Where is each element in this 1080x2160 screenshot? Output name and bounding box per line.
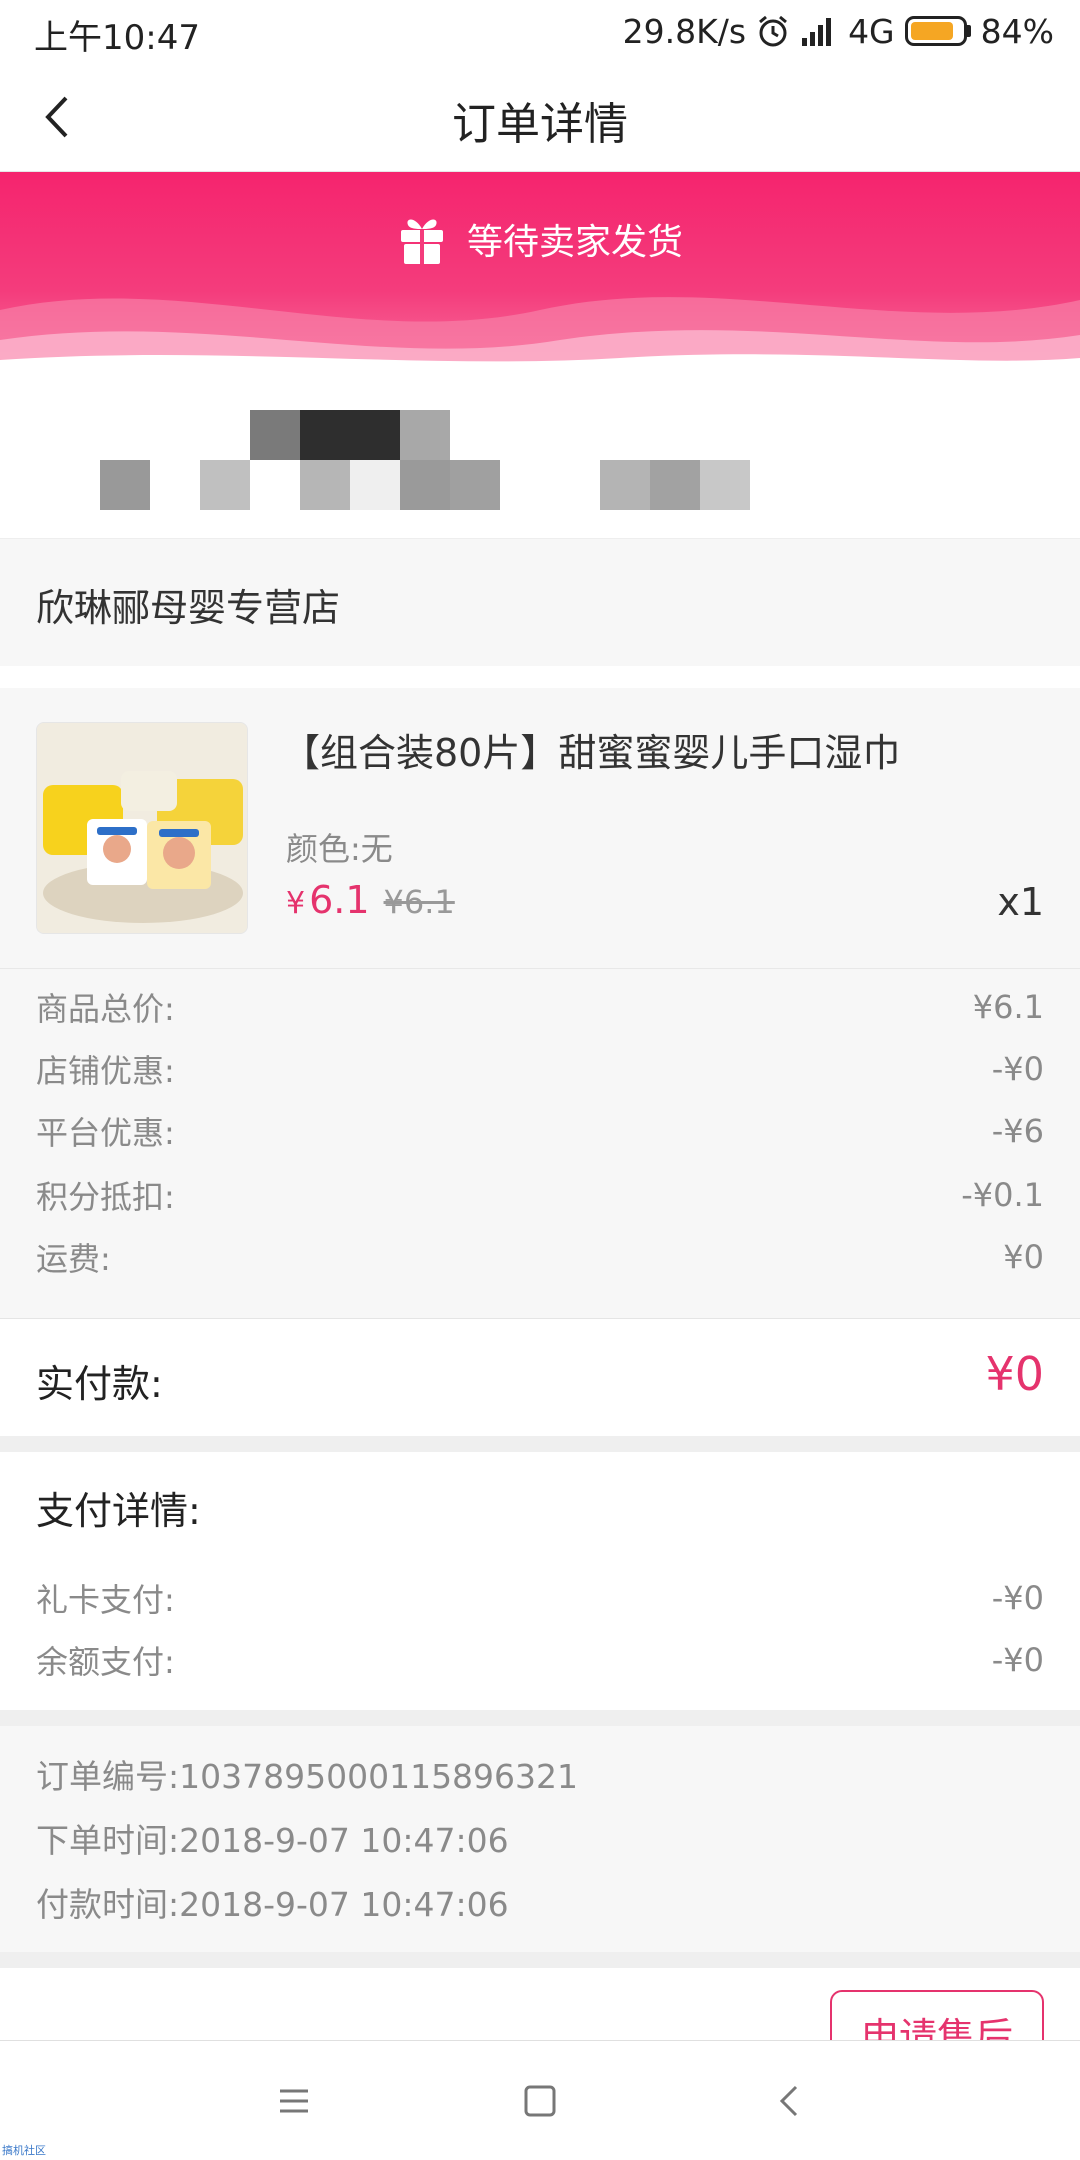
network-type: 4G [848,11,895,51]
gift-icon [400,219,443,264]
paid-total-row: 实付款: ¥0 [0,1318,1080,1436]
breakdown-value: ¥6.1 [972,988,1044,1026]
status-indicators: 29.8K/s 4G 84% [623,8,1054,54]
breakdown-label: 运费: [36,1240,111,1278]
breakdown-row: 运费: ¥0 [36,1233,1044,1281]
payment-details-title: 支付详情: [36,1489,201,1533]
product-title: 【组合装80片】甜蜜蜜婴儿手口湿巾 [282,731,901,775]
paid-label: 实付款: [36,1362,163,1406]
original-price: ¥6.1 [383,883,455,921]
payment-label: 余额支付: [36,1643,175,1681]
price-breakdown: 商品总价: ¥6.1 店铺优惠: -¥0 平台优惠: -¥6 积分抵扣: -¥0… [0,968,1080,1318]
breakdown-row: 商品总价: ¥6.1 [36,983,1044,1031]
net-speed: 29.8K/s [622,11,747,51]
order-status-text: 等待卖家发货 [466,222,683,263]
price-currency: ¥ [286,886,306,921]
watermark: 搞机社区 [2,2144,46,2157]
product-image[interactable] [36,722,248,934]
breakdown-label: 商品总价: [36,990,175,1028]
payment-row: 余额支付: -¥0 [36,1636,1044,1684]
payment-details: 支付详情: 礼卡支付: -¥0 余额支付: -¥0 [0,1452,1080,1710]
product-price-row: ¥6.1 ¥6.1 [286,878,455,922]
breakdown-value: -¥6 [991,1112,1044,1150]
action-bar: 申请售后 [0,1968,1080,2040]
nav-bar: 订单详情 [0,62,1080,172]
product-item[interactable]: 【组合装80片】甜蜜蜜婴儿手口湿巾 颜色:无 ¥6.1 ¥6.1 x1 [0,688,1080,968]
shop-row[interactable]: 欣琳郦母婴专营店 [0,538,1080,666]
signal-icon [802,18,832,46]
battery-icon [904,16,971,46]
alarm-icon [759,15,788,47]
order-time: 下单时间:2018-9-07 10:47:06 [36,1821,509,1860]
shop-name: 欣琳郦母婴专营店 [36,586,341,630]
breakdown-row: 店铺优惠: -¥0 [36,1045,1044,1093]
product-quantity: x1 [997,880,1044,924]
breakdown-value: ¥0 [1003,1238,1044,1276]
breakdown-label: 店铺优惠: [36,1052,175,1090]
battery-percent: 84% [980,11,1054,51]
section-divider [0,1436,1080,1452]
order-number: 订单编号:1037895000115896321 [36,1757,579,1796]
payment-time: 付款时间:2018-9-07 10:47:06 [36,1885,509,1924]
breakdown-value: -¥0 [991,1050,1044,1088]
menu-icon[interactable] [272,2079,316,2123]
breakdown-value: -¥0.1 [961,1176,1044,1214]
after-sale-button[interactable]: 申请售后 [830,1990,1044,2040]
payment-row: 礼卡支付: -¥0 [36,1574,1044,1622]
product-price: ¥6.1 [286,878,370,922]
page-title: 订单详情 [452,99,628,150]
breakdown-label: 平台优惠: [36,1114,175,1152]
back-nav-icon[interactable] [768,2079,812,2123]
home-icon[interactable] [518,2079,562,2123]
section-divider [0,1952,1080,1968]
product-spec: 颜色:无 [286,830,393,868]
paid-amount: ¥0 [985,1347,1044,1401]
breakdown-label: 积分抵扣: [36,1178,175,1216]
section-divider [0,1710,1080,1726]
order-status-banner: 等待卖家发货 [0,172,1080,370]
shipping-address-redacted[interactable] [0,370,1080,538]
breakdown-row: 积分抵扣: -¥0.1 [36,1171,1044,1219]
price-value: 6.1 [309,878,370,922]
breakdown-row: 平台优惠: -¥6 [36,1107,1044,1155]
system-nav-bar: 搞机社区 [0,2040,1080,2160]
payment-value: -¥0 [991,1641,1044,1679]
wave-decoration [0,297,1080,370]
status-bar: 上午10:47 29.8K/s 4G 84% [0,0,1080,62]
order-info: 订单编号:1037895000115896321 下单时间:2018-9-07 … [0,1726,1080,1952]
payment-value: -¥0 [991,1579,1044,1617]
status-time: 上午10:47 [34,18,200,58]
payment-label: 礼卡支付: [36,1581,175,1619]
